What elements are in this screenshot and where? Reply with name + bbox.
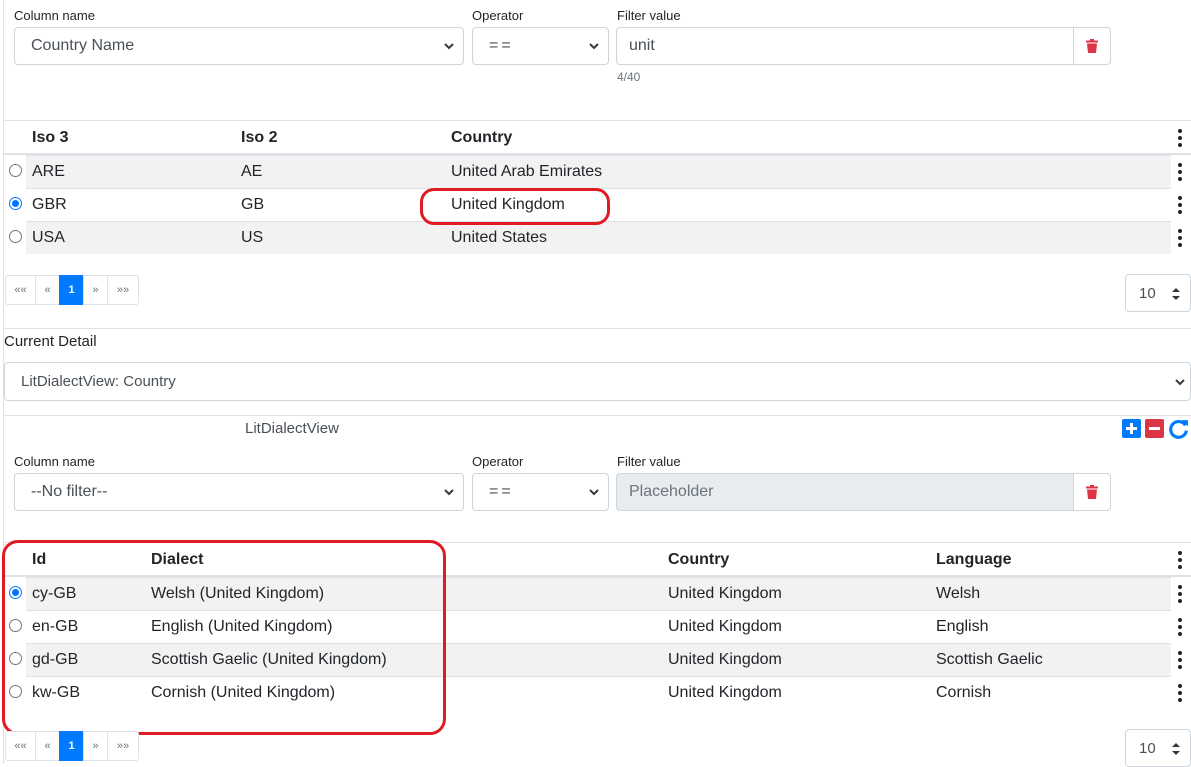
cell-iso2: GB — [241, 196, 265, 213]
operator-label: Operator — [472, 454, 524, 469]
page-1-button[interactable]: 1 — [59, 731, 84, 761]
current-detail-value: LitDialectView: Country — [21, 373, 176, 390]
chevron-down-icon — [444, 489, 454, 496]
pagination: «« « 1 » »» — [5, 731, 139, 761]
row-select-radio[interactable] — [9, 230, 22, 243]
page-1-button[interactable]: 1 — [59, 275, 84, 305]
chevron-down-icon — [1175, 378, 1185, 385]
next-page-button[interactable]: » — [83, 275, 108, 305]
spinner-arrows-icon — [1172, 743, 1180, 755]
first-page-button[interactable]: «« — [5, 731, 36, 761]
kebab-icon[interactable] — [1178, 196, 1182, 214]
filter-value-label: Filter value — [617, 8, 681, 23]
prev-page-button[interactable]: « — [35, 731, 60, 761]
column-name-select[interactable]: --No filter-- — [14, 473, 464, 511]
kebab-icon[interactable] — [1178, 551, 1182, 569]
cell-iso2: AE — [241, 163, 263, 180]
operator-value: == — [489, 37, 514, 54]
column-header-iso3[interactable]: Iso 3 — [32, 129, 68, 147]
filter-value-text: unit — [629, 37, 655, 54]
highlight-annotation — [420, 188, 610, 225]
cell-country: United Arab Emirates — [451, 163, 603, 180]
kebab-icon[interactable] — [1178, 163, 1182, 181]
column-name-label: Column name — [14, 454, 95, 469]
row-select-radio[interactable] — [9, 197, 22, 210]
view-title: LitDialectView — [245, 420, 339, 437]
chevron-down-icon — [589, 489, 599, 496]
operator-value: == — [489, 483, 514, 500]
page-size-select[interactable]: 10 — [1125, 729, 1191, 767]
plus-square-icon[interactable] — [1122, 419, 1141, 438]
kebab-icon[interactable] — [1178, 585, 1182, 603]
last-page-button[interactable]: »» — [107, 731, 139, 761]
trash-icon — [1086, 39, 1098, 53]
column-header-country[interactable]: Country — [451, 129, 512, 147]
cell-iso2: US — [241, 229, 264, 246]
chevron-down-icon — [589, 43, 599, 50]
trash-icon — [1086, 485, 1098, 499]
filter-value-placeholder: Placeholder — [629, 483, 714, 500]
column-name-select[interactable]: Country Name — [14, 27, 464, 65]
current-detail-label: Current Detail — [4, 333, 97, 350]
operator-label: Operator — [472, 8, 524, 23]
first-page-button[interactable]: «« — [5, 275, 36, 305]
page-size-value: 10 — [1139, 284, 1156, 302]
page-size-select[interactable]: 10 — [1125, 274, 1191, 312]
clear-filter-button[interactable] — [1073, 27, 1111, 65]
prev-page-button[interactable]: « — [35, 275, 60, 305]
filter-value-input[interactable]: Placeholder — [616, 473, 1075, 511]
cell-country: United Kingdom — [668, 585, 782, 602]
cell-country: United Kingdom — [668, 651, 782, 668]
column-name-label: Column name — [14, 8, 95, 23]
column-header-iso2[interactable]: Iso 2 — [241, 129, 277, 147]
cell-iso3: ARE — [32, 163, 65, 180]
highlight-annotation — [2, 540, 446, 735]
minus-square-icon[interactable] — [1145, 419, 1164, 438]
kebab-icon[interactable] — [1178, 129, 1182, 147]
cell-iso3: GBR — [32, 196, 67, 213]
cell-language: Welsh — [936, 585, 981, 602]
column-name-value: Country Name — [31, 37, 135, 54]
table-row[interactable] — [26, 221, 1171, 254]
filter-value-label: Filter value — [617, 454, 681, 469]
cell-language: Cornish — [936, 684, 992, 701]
filter-value-input[interactable]: unit — [616, 27, 1075, 65]
char-counter: 4/40 — [617, 70, 641, 84]
grid1-top-line — [4, 120, 1191, 121]
detail-divider — [4, 415, 1191, 416]
row-select-radio[interactable] — [9, 164, 22, 177]
kebab-icon[interactable] — [1178, 229, 1182, 247]
current-detail-select[interactable]: LitDialectView: Country — [4, 362, 1191, 401]
column-name-value: --No filter-- — [31, 483, 108, 500]
pagination: «« « 1 » »» — [5, 275, 139, 305]
cell-language: Scottish Gaelic — [936, 651, 1043, 668]
cell-country: United Kingdom — [668, 618, 782, 635]
chevron-down-icon — [444, 43, 454, 50]
next-page-button[interactable]: » — [83, 731, 108, 761]
spinner-arrows-icon — [1172, 288, 1180, 300]
cell-iso3: USA — [32, 229, 65, 246]
column-header-country[interactable]: Country — [668, 551, 729, 569]
cell-country: United Kingdom — [668, 684, 782, 701]
cell-language: English — [936, 618, 989, 635]
kebab-icon[interactable] — [1178, 618, 1182, 636]
clear-filter-button[interactable] — [1073, 473, 1111, 511]
section-divider — [4, 328, 1191, 329]
kebab-icon[interactable] — [1178, 651, 1182, 669]
operator-select[interactable]: == — [472, 473, 609, 511]
cell-country: United States — [451, 229, 548, 246]
refresh-icon[interactable] — [1168, 418, 1189, 439]
last-page-button[interactable]: »» — [107, 275, 139, 305]
column-header-language[interactable]: Language — [936, 551, 1012, 569]
kebab-icon[interactable] — [1178, 684, 1182, 702]
operator-select[interactable]: == — [472, 27, 609, 65]
page-size-value: 10 — [1139, 739, 1156, 757]
